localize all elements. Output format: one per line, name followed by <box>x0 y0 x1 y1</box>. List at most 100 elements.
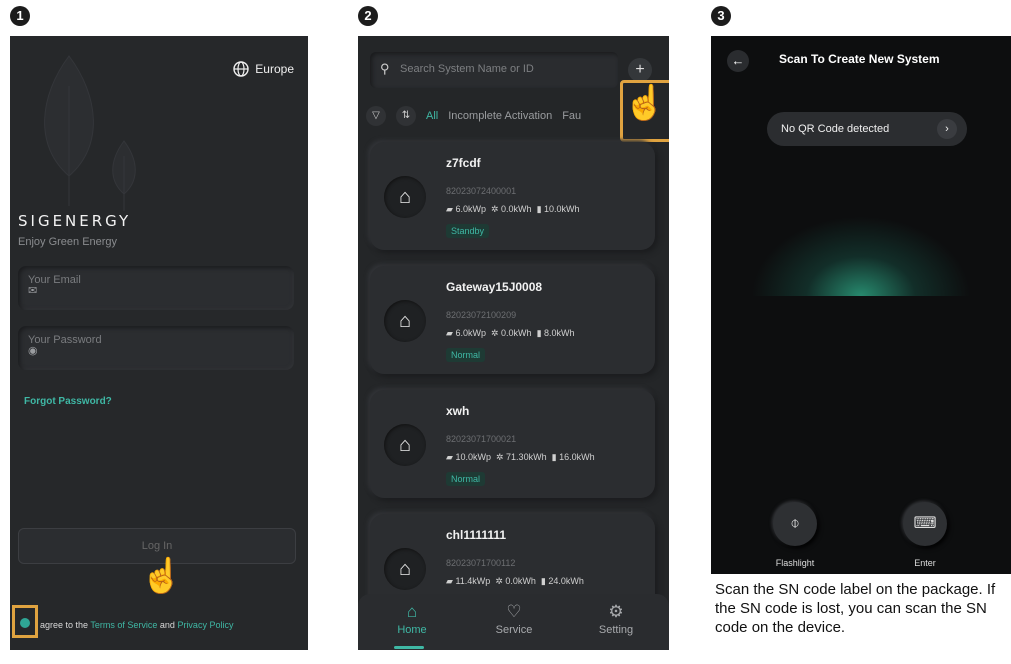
globe-icon <box>233 61 249 77</box>
forgot-password-link[interactable]: Forgot Password? <box>24 396 112 407</box>
energy-icon: ✲ <box>490 328 499 338</box>
status-badge: Normal <box>446 348 486 362</box>
generation: 0.0kWh <box>501 328 532 338</box>
flashlight-label: Flashlight <box>775 558 815 568</box>
system-sn: 82023072400001 <box>446 186 517 196</box>
pv-capacity: 6.0kWp <box>455 328 486 338</box>
filter-all[interactable]: All <box>426 110 438 122</box>
battery-icon: ▮ <box>551 452 557 462</box>
house-icon: ⌂ <box>384 176 426 218</box>
email-field[interactable]: Your Email ✉ <box>18 266 294 310</box>
battery-capacity: 16.0kWh <box>559 452 595 462</box>
energy-icon: ✲ <box>495 576 503 586</box>
system-list-screen: ⚲ Search System Name or ID + ☝ ▽ ⇅ All I… <box>358 36 669 650</box>
pv-capacity: 11.4kWp <box>455 576 491 586</box>
battery-capacity: 8.0kWh <box>544 328 575 338</box>
scan-screen: ← Scan To Create New System No QR Code d… <box>711 36 1011 650</box>
system-name: z7fcdf <box>446 156 481 170</box>
house-icon: ⌂ <box>384 548 426 590</box>
enter-button[interactable]: ⌨ <box>903 502 947 546</box>
add-system-button[interactable]: + <box>628 58 652 82</box>
back-arrow-icon[interactable]: ← <box>727 50 749 72</box>
agreement-checkbox[interactable] <box>12 605 38 638</box>
system-name: xwh <box>446 404 470 418</box>
keyboard-icon: ⌨ <box>913 515 937 532</box>
energy-icon: ✲ <box>495 452 504 462</box>
house-icon: ⌂ <box>384 424 426 466</box>
tab-setting[interactable]: ⚙ Setting <box>576 602 656 636</box>
qr-status-text: No QR Code detected <box>781 123 890 135</box>
flashlight-icon: ⌽ <box>790 515 800 532</box>
envelope-icon: ✉ <box>28 285 38 297</box>
eye-off-icon[interactable]: ◉ <box>28 344 282 357</box>
page-title: Scan To Create New System <box>779 52 940 66</box>
generation: 0.0kWh <box>501 204 532 214</box>
battery-icon: ▮ <box>536 204 542 214</box>
solar-icon: ▰ <box>446 328 453 338</box>
battery-capacity: 10.0kWh <box>544 204 580 214</box>
sort-icon[interactable]: ⇅ <box>396 106 416 126</box>
system-card[interactable]: ⌂ z7fcdf 82023072400001 ▰ 6.0kWp ✲ 0.0kW… <box>370 142 655 250</box>
status-badge: Standby <box>446 224 490 238</box>
system-stats: ▰ 6.0kWp ✲ 0.0kWh ▮ 10.0kWh <box>446 204 580 215</box>
battery-icon: ▮ <box>536 328 542 338</box>
step-number-1: 1 <box>10 6 30 26</box>
system-stats: ▰ 10.0kWp ✲ 71.30kWh ▮ 16.0kWh <box>446 452 595 463</box>
battery-capacity: 24.0kWh <box>548 576 584 586</box>
privacy-link[interactable]: Privacy Policy <box>177 620 233 630</box>
brand-logo: SIGENERGY <box>18 212 132 230</box>
step-number-2: 2 <box>358 6 378 26</box>
system-name: Gateway15J0008 <box>446 280 543 294</box>
instruction-caption: Scan the SN code label on the package. I… <box>711 574 1011 650</box>
filter-incomplete-activation[interactable]: Incomplete Activation <box>448 110 552 122</box>
tab-home-label: Home <box>397 624 427 636</box>
bottom-tab-bar: ⌂ Home ♡ Service ⚙ Setting <box>358 594 669 650</box>
filter-icon[interactable]: ▽ <box>366 106 386 126</box>
tab-setting-label: Setting <box>598 624 634 636</box>
tagline: Enjoy Green Energy <box>18 236 118 248</box>
hand-pointer-icon: ☝ <box>140 557 184 595</box>
filter-fault[interactable]: Fau <box>562 110 581 122</box>
house-icon: ⌂ <box>384 300 426 342</box>
search-input[interactable]: ⚲ Search System Name or ID <box>370 52 618 88</box>
system-card[interactable]: ⌂ xwh 82023071700021 ▰ 10.0kWp ✲ 71.30kW… <box>370 390 655 498</box>
leaf-decoration-icon <box>44 55 136 211</box>
system-stats: ▰ 11.4kWp ✲ 0.0kWh ▮ 24.0kWh <box>446 576 584 587</box>
agreement-text: agree to the Terms of Service and Privac… <box>40 620 233 630</box>
hand-pointer-icon: ☝ <box>620 80 669 142</box>
generation: 0.0kWh <box>505 576 536 586</box>
system-name: chl1111111 <box>446 528 507 542</box>
solar-icon: ▰ <box>446 452 453 462</box>
energy-icon: ✲ <box>490 204 499 214</box>
region-label: Europe <box>255 62 294 76</box>
tab-home[interactable]: ⌂ Home <box>372 602 452 636</box>
terms-link[interactable]: Terms of Service <box>90 620 157 630</box>
system-card[interactable]: ⌂ Gateway15J0008 82023072100209 ▰ 6.0kWp… <box>370 266 655 374</box>
pv-capacity: 6.0kWp <box>455 204 486 214</box>
scan-light-glow <box>751 216 971 296</box>
enter-label: Enter <box>914 558 936 568</box>
active-tab-indicator <box>394 646 424 649</box>
tab-service-label: Service <box>495 624 533 636</box>
flashlight-button[interactable]: ⌽ <box>773 502 817 546</box>
heart-hand-icon: ♡ <box>506 602 522 621</box>
system-sn: 82023072100209 <box>446 310 517 320</box>
tab-service[interactable]: ♡ Service <box>474 602 554 636</box>
search-placeholder: Search System Name or ID <box>400 63 534 75</box>
agree-prefix: agree to the <box>40 620 91 630</box>
search-icon: ⚲ <box>380 61 390 76</box>
generation: 71.30kWh <box>506 452 547 462</box>
battery-icon: ▮ <box>540 576 546 586</box>
qr-status-pill[interactable]: No QR Code detected › <box>767 112 967 146</box>
password-field[interactable]: Your Password ◉ <box>18 326 294 370</box>
login-screen: Europe SIGENERGY Enjoy Green Energy Your… <box>10 36 308 650</box>
solar-icon: ▰ <box>446 204 453 214</box>
agree-and: and <box>157 620 178 630</box>
system-sn: 82023071700021 <box>446 434 517 444</box>
system-stats: ▰ 6.0kWp ✲ 0.0kWh ▮ 8.0kWh <box>446 328 575 339</box>
step-number-3: 3 <box>711 6 731 26</box>
pv-capacity: 10.0kWp <box>455 452 491 462</box>
filter-bar: ▽ ⇅ All Incomplete Activation Fau <box>366 106 581 126</box>
system-sn: 82023071700112 <box>446 558 516 568</box>
region-selector[interactable]: Europe <box>233 61 294 77</box>
